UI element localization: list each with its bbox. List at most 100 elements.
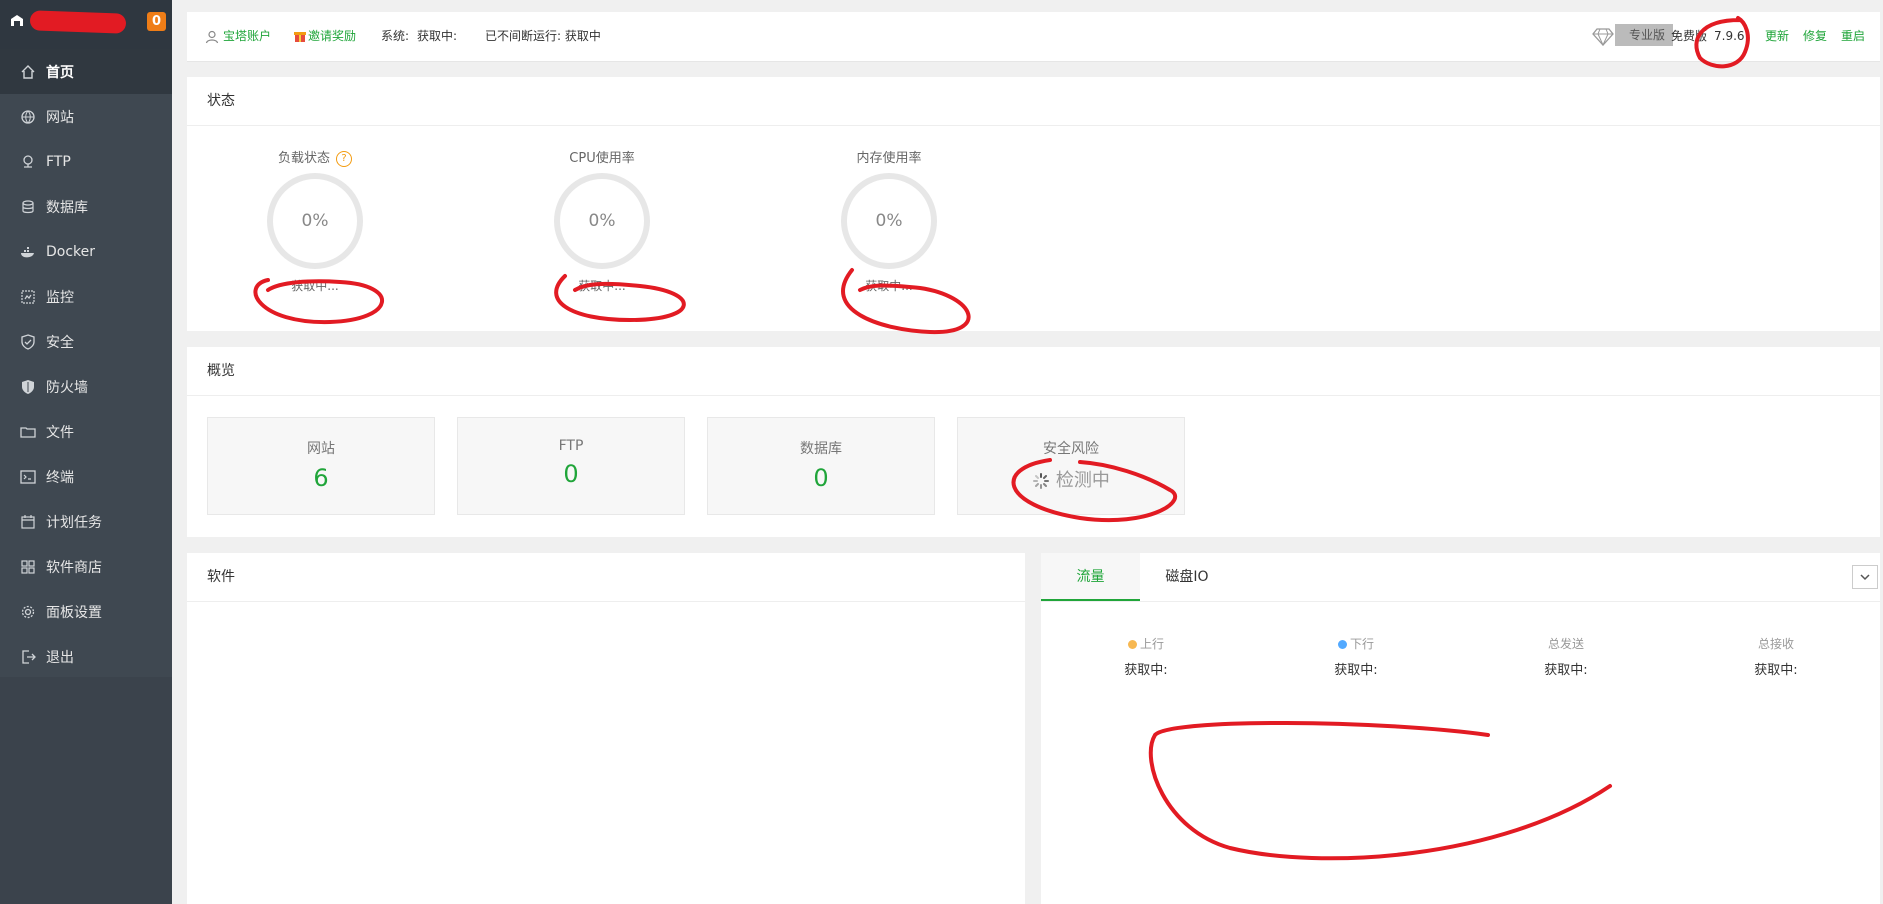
help-icon[interactable]: ? <box>336 150 352 167</box>
loading-spinner-icon <box>1033 473 1050 489</box>
pro-badge[interactable]: 专业版 <box>1615 24 1674 46</box>
shield-check-icon <box>20 333 36 350</box>
card-value: 6 <box>313 464 329 492</box>
firewall-shield-icon <box>20 379 36 395</box>
total-received-stat: 总接收 获取中: <box>1716 635 1836 678</box>
total-sent-label: 总发送 <box>1547 637 1584 651</box>
sidebar-item-13[interactable]: 退出 <box>0 634 172 679</box>
restart-link[interactable]: 重启 <box>1841 12 1865 61</box>
overview-panel: 概览 网站 6 FTP 0 数据库 0 安全风险 检测中 <box>187 347 1880 537</box>
memory-label: 内存使用率 <box>856 151 922 166</box>
total-received-label: 总接收 <box>1757 637 1794 651</box>
download-dot <box>1337 640 1347 649</box>
version-number: 7.9.6 <box>1714 29 1745 43</box>
total-sent-stat: 总发送 获取中: <box>1506 635 1626 678</box>
card-value: 检测中 <box>958 466 1184 492</box>
card-value: 0 <box>813 464 829 492</box>
upload-stat: 上行 获取中: <box>1086 635 1206 678</box>
memory-status: 获取中... <box>865 279 913 293</box>
sidebar-item-3[interactable]: 数据库 <box>0 184 172 229</box>
cpu-ring: 0% <box>554 173 650 269</box>
sidebar-item-6[interactable]: 安全 <box>0 319 172 364</box>
gift-icon[interactable] <box>294 12 306 61</box>
system-value: 获取中: <box>417 29 458 43</box>
sidebar-item-0[interactable]: 首页 <box>0 49 172 94</box>
total-received-value: 获取中: <box>1754 663 1798 678</box>
notification-badge[interactable]: 0 <box>147 12 166 31</box>
overview-card-database[interactable]: 数据库 0 <box>707 417 935 515</box>
sidebar-item-9[interactable]: 终端 <box>0 454 172 499</box>
sidebar-item-label: 面板设置 <box>46 604 102 621</box>
memory-gauge[interactable]: 内存使用率 0% 获取中... <box>834 149 944 294</box>
upload-dot <box>1127 640 1137 649</box>
sidebar-item-5[interactable]: 监控 <box>0 274 172 319</box>
repair-link[interactable]: 修复 <box>1803 12 1827 61</box>
overview-card-security-risk[interactable]: 安全风险 检测中 <box>957 417 1185 515</box>
tab-traffic[interactable]: 流量 <box>1041 553 1140 601</box>
total-sent-value: 获取中: <box>1544 663 1588 678</box>
sidebar-footer-space <box>0 677 172 904</box>
sidebar-item-label: 软件商店 <box>46 559 102 576</box>
software-panel: 软件 <box>187 553 1025 904</box>
sidebar-item-label: 安全 <box>46 334 74 351</box>
invite-link[interactable]: 邀请奖励 <box>308 12 356 61</box>
security-status: 检测中 <box>1055 470 1110 491</box>
top-bar: 宝塔账户 邀请奖励 系统: 获取中: 已不间断运行: 获取中 专业版 免费版 7… <box>187 12 1880 62</box>
status-title: 状态 <box>187 77 1880 126</box>
sidebar-item-11[interactable]: 软件商店 <box>0 544 172 589</box>
upload-value: 获取中: <box>1124 663 1168 678</box>
tab-disk-io[interactable]: 磁盘IO <box>1140 553 1234 601</box>
overview-title: 概览 <box>187 347 1880 396</box>
ftp-icon <box>20 154 36 170</box>
logo-icon <box>11 15 23 26</box>
traffic-panel: 流量 磁盘IO 上行 获取中: 下行 获取中: 总发送 获取中: 总接收 获取中… <box>1041 553 1880 904</box>
download-stat: 下行 获取中: <box>1296 635 1416 678</box>
software-title: 软件 <box>187 553 1025 602</box>
diamond-icon[interactable] <box>1592 12 1614 61</box>
sidebar-item-12[interactable]: 面板设置 <box>0 589 172 634</box>
card-label: 安全风险 <box>1043 441 1099 457</box>
sidebar-item-label: 终端 <box>46 469 74 486</box>
download-label: 下行 <box>1349 637 1374 651</box>
dropdown-button[interactable] <box>1852 565 1878 589</box>
sidebar-item-label: 防火墙 <box>46 379 88 396</box>
sidebar-item-label: 计划任务 <box>46 514 102 531</box>
logout-icon <box>20 649 36 665</box>
sidebar-item-label: 数据库 <box>46 199 88 216</box>
overview-card-ftp[interactable]: FTP 0 <box>457 417 685 515</box>
status-panel: 状态 负载状态? 0% 获取中... CPU使用率 0% 获取中... 内存使用… <box>187 77 1880 331</box>
sidebar-item-label: 退出 <box>46 649 74 666</box>
sidebar-item-label: 文件 <box>46 424 74 441</box>
sidebar-item-label: 监控 <box>46 289 74 306</box>
cpu-label: CPU使用率 <box>569 151 635 166</box>
sidebar-header: 0 <box>0 0 172 49</box>
folder-icon <box>20 424 36 440</box>
account-link[interactable]: 宝塔账户 <box>223 12 271 61</box>
card-label: 数据库 <box>800 441 842 457</box>
system-label: 系统: <box>381 29 410 43</box>
free-version-label: 免费版 <box>1671 29 1708 43</box>
user-icon[interactable] <box>205 12 219 61</box>
sidebar-item-2[interactable]: FTP <box>0 139 172 184</box>
overview-card-websites[interactable]: 网站 6 <box>207 417 435 515</box>
sidebar-nav: 首页网站 FTP 数据库 Docker 监控安全防火墙文件终端计划任务软件商店面板设置退… <box>0 49 172 679</box>
sidebar-item-1[interactable]: 网站 <box>0 94 172 139</box>
load-status: 获取中... <box>291 279 339 293</box>
gear-icon <box>20 604 36 620</box>
uptime-text: 已不间断运行: 获取中 <box>485 29 601 43</box>
card-label: FTP <box>558 438 584 454</box>
sidebar-item-7[interactable]: 防火墙 <box>0 364 172 409</box>
sidebar-item-label: 首页 <box>46 64 74 81</box>
redacted-hostname <box>29 10 127 34</box>
memory-ring: 0% <box>841 173 937 269</box>
docker-icon <box>20 244 36 260</box>
sidebar-item-label: Docker <box>46 243 96 260</box>
sidebar-item-10[interactable]: 计划任务 <box>0 499 172 544</box>
card-value: 0 <box>563 460 579 488</box>
sidebar-item-4[interactable]: Docker <box>0 229 172 274</box>
update-link[interactable]: 更新 <box>1765 12 1789 61</box>
sidebar-item-8[interactable]: 文件 <box>0 409 172 454</box>
load-ring: 0% <box>267 173 363 269</box>
cpu-gauge[interactable]: CPU使用率 0% 获取中... <box>547 149 657 294</box>
load-gauge[interactable]: 负载状态? 0% 获取中... <box>260 149 370 294</box>
